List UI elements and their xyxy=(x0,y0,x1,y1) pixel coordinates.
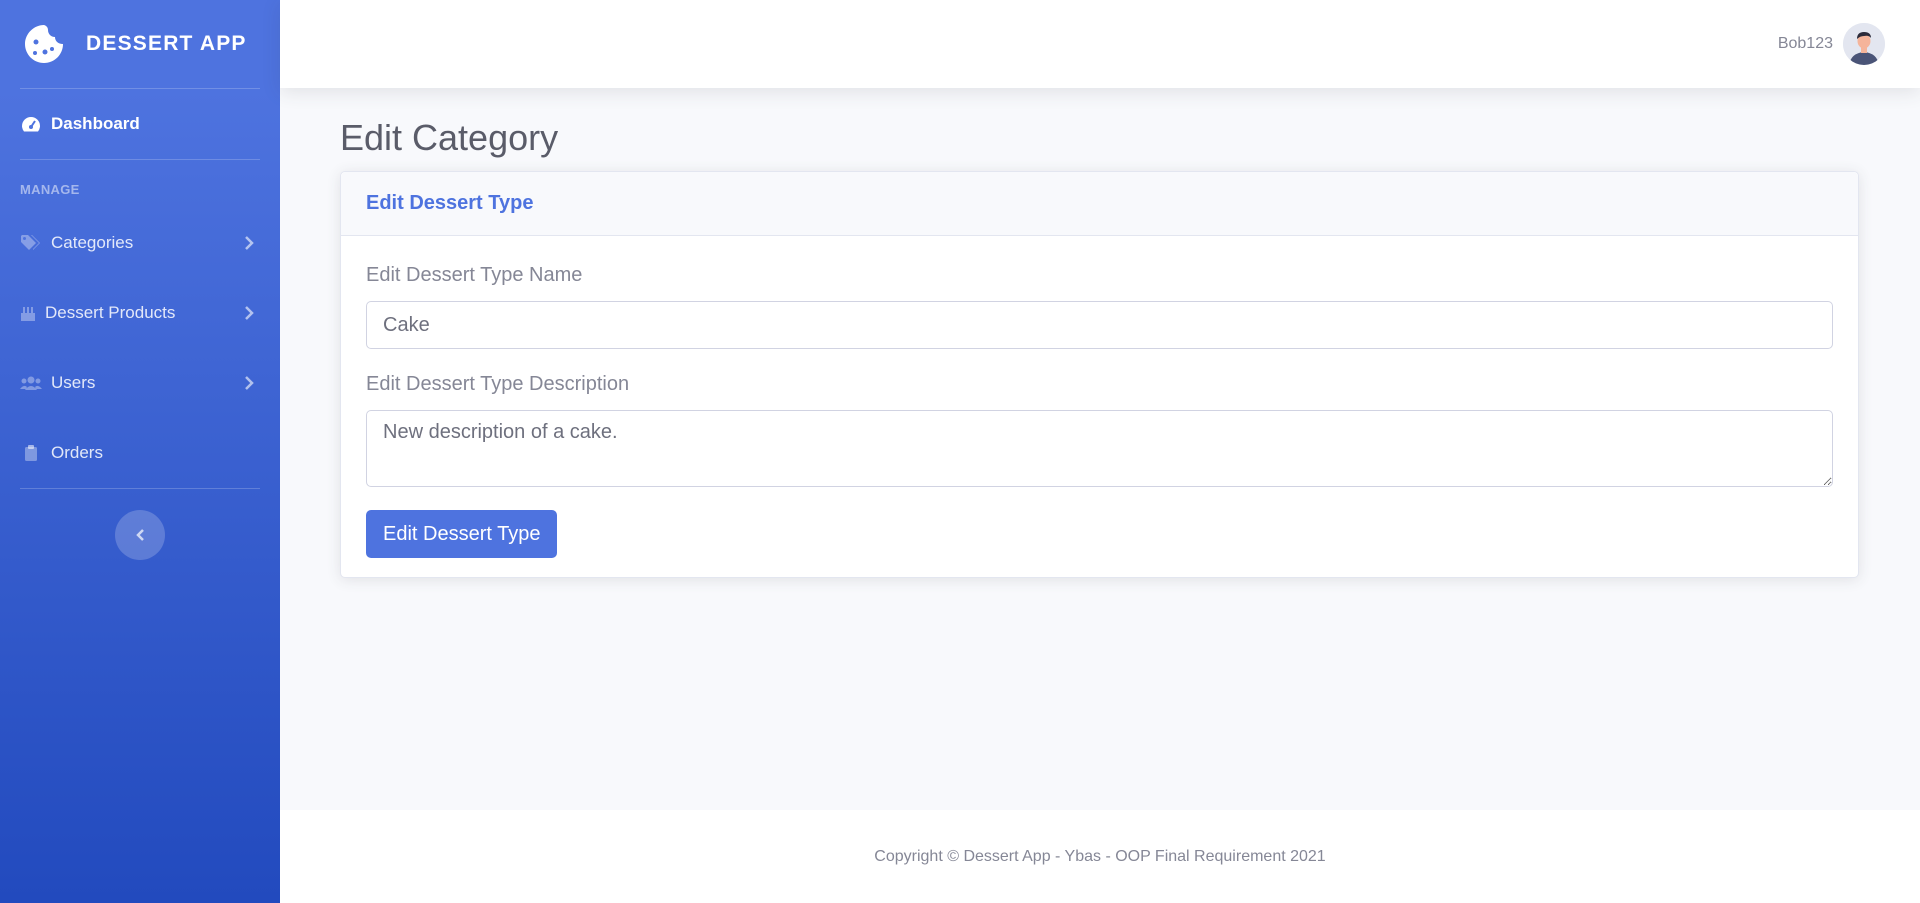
sidebar: DESSERT APP Dashboard MANAGE Categories … xyxy=(0,0,280,903)
chevron-right-icon xyxy=(245,306,254,320)
users-icon xyxy=(20,373,42,393)
sidebar-item-users[interactable]: Users xyxy=(0,348,280,418)
dessert-type-description-input[interactable]: New description of a cake. xyxy=(366,410,1833,487)
sidebar-item-label: Dessert Products xyxy=(45,303,176,322)
tachometer-icon xyxy=(20,114,42,134)
page-title: Edit Category xyxy=(340,117,559,158)
topbar: Bob123 xyxy=(280,0,1920,88)
sidebar-item-dessert-products[interactable]: Dessert Products xyxy=(0,278,280,348)
sidebar-item-label: Dashboard xyxy=(51,114,140,133)
main-content: Edit Category Edit Dessert Type Edit Des… xyxy=(280,88,1920,810)
sidebar-brand[interactable]: DESSERT APP xyxy=(0,0,280,88)
user-avatar-icon xyxy=(1843,23,1885,65)
footer: Copyright © Dessert App - Ybas - OOP Fin… xyxy=(280,810,1920,903)
card-header: Edit Dessert Type xyxy=(341,172,1858,236)
chevron-right-icon xyxy=(245,376,254,390)
sidebar-item-categories[interactable]: Categories xyxy=(0,208,280,278)
clipboard-icon xyxy=(20,443,42,463)
sidebar-item-label: Users xyxy=(51,373,96,392)
cookie-icon xyxy=(25,25,63,63)
sidebar-heading: MANAGE xyxy=(20,182,80,197)
sidebar-toggle-wrap xyxy=(0,489,280,560)
user-name[interactable]: Bob123 xyxy=(1778,35,1833,53)
tags-icon xyxy=(20,233,42,253)
name-label: Edit Dessert Type Name xyxy=(366,264,583,286)
sidebar-item-dashboard[interactable]: Dashboard xyxy=(0,89,280,159)
brand-name: DESSERT APP xyxy=(86,32,247,55)
edit-form-card: Edit Dessert Type Edit Dessert Type Name… xyxy=(340,171,1859,578)
sidebar-item-orders[interactable]: Orders xyxy=(0,418,280,488)
chevron-right-icon xyxy=(245,236,254,250)
card-body: Edit Dessert Type Name Edit Dessert Type… xyxy=(341,236,1858,558)
copyright-text: Copyright © Dessert App - Ybas - OOP Fin… xyxy=(874,847,1326,865)
chevron-left-icon xyxy=(136,529,144,541)
sidebar-item-label: Orders xyxy=(51,443,103,462)
avatar[interactable] xyxy=(1843,23,1885,65)
dessert-type-name-input[interactable] xyxy=(366,301,1833,349)
sidebar-toggle-button[interactable] xyxy=(115,510,165,560)
birthday-cake-icon xyxy=(20,303,36,323)
edit-dessert-type-button[interactable]: Edit Dessert Type xyxy=(366,510,558,558)
card-title: Edit Dessert Type xyxy=(366,192,534,214)
description-label: Edit Dessert Type Description xyxy=(366,373,630,395)
sidebar-item-label: Categories xyxy=(51,233,134,252)
